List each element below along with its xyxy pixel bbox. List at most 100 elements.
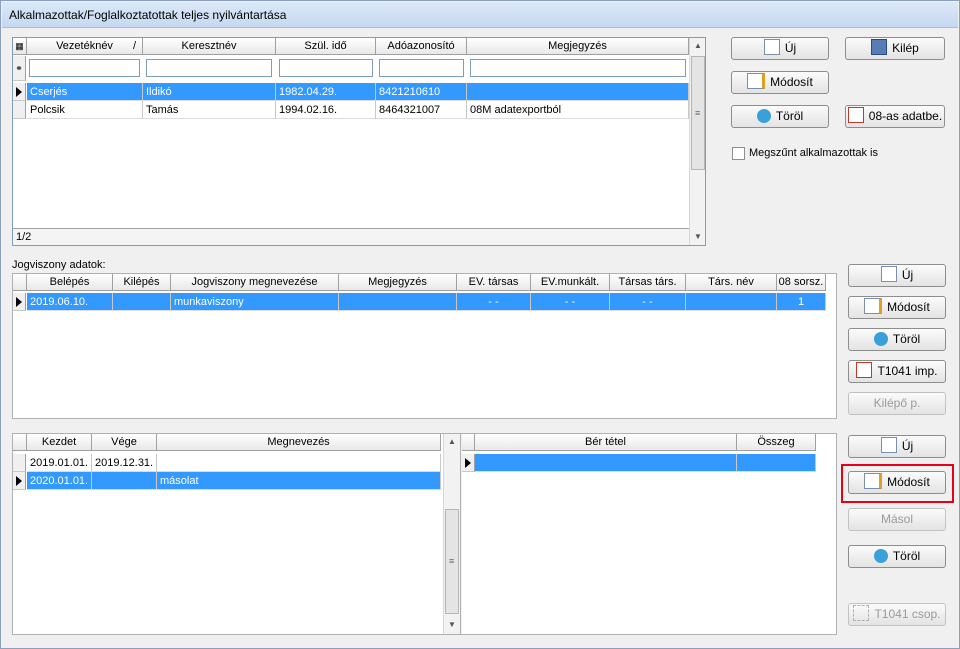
- table-cell[interactable]: 2020.01.01.: [27, 472, 92, 490]
- col-header-adoazonosito[interactable]: Adóazonosító: [376, 38, 467, 55]
- filter-ado-input[interactable]: [379, 59, 464, 77]
- t1041-group-button[interactable]: T1041 csop.: [848, 603, 946, 626]
- new-document-icon: [880, 437, 897, 453]
- jogviszony-label: Jogviszony adatok:: [12, 259, 106, 271]
- table-cell[interactable]: [92, 472, 157, 490]
- table-cell[interactable]: [686, 293, 777, 311]
- copy-period-button[interactable]: Másol: [848, 508, 946, 531]
- scroll-thumb[interactable]: ≡: [691, 56, 705, 170]
- modify-employee-button[interactable]: Módosít: [731, 71, 829, 94]
- employees-grid[interactable]: ▦ Vezetéknév / Keresztnév Szül. idő Adóa…: [12, 37, 706, 246]
- col-header-ber-tetel[interactable]: Bér tétel: [475, 434, 737, 451]
- sort-indicator-icon: /: [132, 40, 136, 52]
- exit-door-icon: [871, 39, 888, 55]
- col-header-kilepes[interactable]: Kilépés: [113, 274, 171, 291]
- scroll-down-icon[interactable]: ▼: [690, 229, 705, 245]
- edit-pencil-icon: [864, 473, 883, 489]
- current-row-arrow-icon: [16, 297, 22, 307]
- delete-jogviszony-button[interactable]: Töröl: [848, 328, 946, 351]
- kilepo-button[interactable]: Kilépő p.: [848, 392, 946, 415]
- new-document-icon: [763, 39, 780, 55]
- scroll-up-icon[interactable]: ▲: [444, 434, 460, 450]
- table-cell[interactable]: Cserjés: [27, 83, 143, 101]
- import-edit-icon: [856, 362, 873, 378]
- col-header-ev-tarsas[interactable]: EV. társas: [457, 274, 531, 291]
- current-row-arrow-icon: [465, 458, 471, 468]
- table-cell[interactable]: munkaviszony: [171, 293, 339, 311]
- delete-employee-button[interactable]: Töröl: [731, 105, 829, 128]
- sparkle-icon: [853, 605, 870, 621]
- table-cell[interactable]: - -: [457, 293, 531, 311]
- col-header-jogviszony-megnevezese[interactable]: Jogviszony megnevezése: [171, 274, 339, 291]
- col-header-keresztnev[interactable]: Keresztnév: [143, 38, 276, 55]
- exit-button[interactable]: Kilép: [845, 37, 945, 60]
- table-cell[interactable]: Tamás: [143, 101, 276, 119]
- table-cell[interactable]: Ildikó: [143, 83, 276, 101]
- col-header-ev-munkalt[interactable]: EV.munkált.: [531, 274, 610, 291]
- col-header-tars-nev[interactable]: Társ. név: [686, 274, 777, 291]
- new-jogviszony-button[interactable]: Új: [848, 264, 946, 287]
- table-cell[interactable]: - -: [531, 293, 610, 311]
- window-title: Alkalmazottak/Foglalkoztatottak teljes n…: [9, 8, 287, 22]
- col-header-tarsas-tars[interactable]: Társas társ.: [610, 274, 686, 291]
- col-header-belepes[interactable]: Belépés: [27, 274, 113, 291]
- record-count: 1/2: [13, 228, 689, 245]
- table-cell[interactable]: [467, 83, 689, 101]
- modify-jogviszony-button[interactable]: Módosít: [848, 296, 946, 319]
- bottom-panel: Kezdet Vége Megnevezés 2019.01.01. 2019.…: [12, 433, 837, 635]
- col-header-vezeteknev[interactable]: Vezetéknév /: [27, 38, 143, 55]
- table-cell[interactable]: 2019.12.31.: [92, 454, 157, 472]
- col-header-kezdet[interactable]: Kezdet: [27, 434, 92, 451]
- col-header-vege[interactable]: Vége: [92, 434, 157, 451]
- table-cell[interactable]: [157, 454, 441, 472]
- table-cell[interactable]: 1994.02.16.: [276, 101, 376, 119]
- new-document-icon: [880, 266, 897, 282]
- employees-scrollbar[interactable]: ▲ ≡ ▼: [689, 38, 705, 245]
- table-cell[interactable]: 8421210610: [376, 83, 467, 101]
- col-header-osszeg[interactable]: Összeg: [737, 434, 816, 451]
- filter-szul-input[interactable]: [279, 59, 373, 77]
- table-cell[interactable]: [113, 293, 171, 311]
- col-header-08-sorsz[interactable]: 08 sorsz.: [777, 274, 826, 291]
- delete-recycle-icon: [756, 109, 771, 123]
- jogviszony-grid[interactable]: Belépés Kilépés Jogviszony megnevezése M…: [12, 273, 837, 419]
- table-cell[interactable]: - -: [610, 293, 686, 311]
- table-cell[interactable]: másolat: [157, 472, 441, 490]
- table-cell[interactable]: 2019.01.01.: [27, 454, 92, 472]
- scroll-thumb[interactable]: ≡: [445, 509, 459, 614]
- new-period-button[interactable]: Új: [848, 435, 946, 458]
- col-header-szul-ido[interactable]: Szül. idő: [276, 38, 376, 55]
- delete-period-button[interactable]: Töröl: [848, 545, 946, 568]
- ber-grid[interactable]: Bér tétel Összeg: [462, 434, 836, 634]
- scroll-down-icon[interactable]: ▼: [444, 617, 460, 633]
- filter-megj-input[interactable]: [470, 59, 686, 77]
- new-employee-button[interactable]: Új: [731, 37, 829, 60]
- table-cell[interactable]: 1982.04.29.: [276, 83, 376, 101]
- row-indicator: [13, 83, 26, 101]
- table-cell[interactable]: 2019.06.10.: [27, 293, 113, 311]
- col-header-megnevezes[interactable]: Megnevezés: [157, 434, 441, 451]
- periods-scrollbar[interactable]: ▲ ≡ ▼: [443, 434, 460, 634]
- import-08-button[interactable]: 08-as adatbe.: [845, 105, 945, 128]
- table-cell[interactable]: 1: [777, 293, 826, 311]
- table-cell[interactable]: [339, 293, 457, 311]
- col-header-megjegyzes[interactable]: Megjegyzés: [467, 38, 689, 55]
- table-cell[interactable]: Polcsik: [27, 101, 143, 119]
- periods-grid[interactable]: Kezdet Vége Megnevezés 2019.01.01. 2019.…: [13, 434, 461, 634]
- col-header-megjegyzes[interactable]: Megjegyzés: [339, 274, 457, 291]
- filter-vezeteknev-input[interactable]: [29, 59, 140, 77]
- terminated-employees-label: Megszűnt alkalmazottak is: [749, 147, 878, 159]
- table-cell[interactable]: [475, 454, 737, 472]
- import-edit-icon: [847, 107, 864, 123]
- table-cell[interactable]: 08M adatexportból: [467, 101, 689, 119]
- binoculars-icon: ⚭: [13, 56, 26, 81]
- modify-period-button[interactable]: Módosít: [848, 471, 946, 494]
- terminated-employees-checkbox[interactable]: [732, 147, 745, 160]
- t1041-import-button[interactable]: T1041 imp.: [848, 360, 946, 383]
- scroll-up-icon[interactable]: ▲: [690, 38, 705, 54]
- filter-keresztnev-input[interactable]: [146, 59, 272, 77]
- grid-menu-icon[interactable]: ▦: [13, 38, 27, 55]
- row-indicator: [13, 101, 26, 119]
- table-cell[interactable]: [737, 454, 816, 472]
- table-cell[interactable]: 8464321007: [376, 101, 467, 119]
